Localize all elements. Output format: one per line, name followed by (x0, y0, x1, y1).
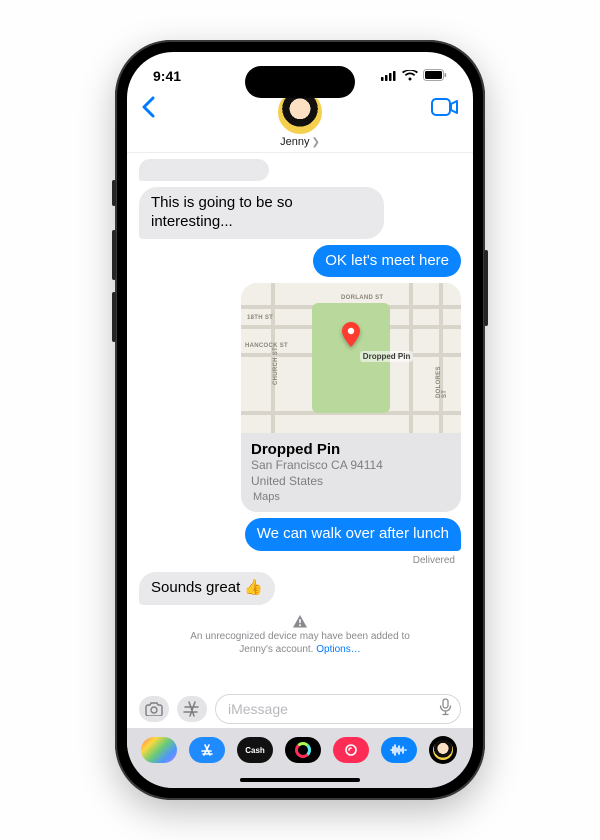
message-row: This is going to be so interesting... (139, 187, 461, 239)
dictation-icon[interactable] (439, 698, 452, 721)
message-input[interactable]: iMessage (215, 694, 461, 724)
screen: 9:41 Jenny ❯ (127, 52, 473, 788)
volume-down-button (112, 292, 116, 342)
location-address-2: United States (251, 474, 451, 490)
app-chip-music[interactable] (333, 737, 369, 763)
map-street-label: DORLAND ST (341, 295, 383, 301)
back-button[interactable] (141, 90, 169, 125)
map-pin-icon (341, 322, 361, 352)
app-strip: Cash (127, 728, 473, 772)
message-bubble-sent[interactable]: We can walk over after lunch (245, 518, 461, 551)
status-time: 9:41 (153, 68, 181, 84)
home-indicator-area (127, 772, 473, 788)
input-placeholder: iMessage (228, 701, 288, 717)
location-address-1: San Francisco CA 94114 (251, 458, 451, 474)
message-row: Sounds great 👍 (139, 572, 461, 605)
map-preview: DORLAND ST 18TH ST HANCOCK ST CHURCH ST … (241, 283, 461, 433)
warning-options-link[interactable]: Options… (316, 644, 360, 655)
app-chip-appstore[interactable] (189, 737, 225, 763)
app-chip-audio[interactable] (381, 737, 417, 763)
message-bubble-received[interactable]: Sounds great 👍 (139, 572, 275, 605)
app-drawer-button[interactable] (177, 696, 207, 722)
chevron-right-icon: ❯ (311, 137, 319, 148)
message-bubble-partial (139, 159, 269, 181)
message-bubble-sent[interactable]: OK let's meet here (313, 245, 461, 278)
battery-icon (423, 68, 447, 84)
camera-button[interactable] (139, 696, 169, 722)
conversation[interactable]: This is going to be so interesting... OK… (127, 153, 473, 688)
security-warning: An unrecognized device may have been add… (139, 615, 461, 656)
app-chip-memoji[interactable] (429, 736, 457, 764)
delivered-label: Delivered (139, 555, 461, 566)
compose-bar: iMessage (127, 688, 473, 728)
app-chip-fitness[interactable] (285, 737, 321, 763)
dynamic-island (245, 66, 355, 98)
warning-icon (293, 615, 307, 628)
app-chip-apple-cash[interactable]: Cash (237, 737, 273, 763)
map-street-label: DOLORES ST (436, 360, 448, 398)
message-bubble-received[interactable]: This is going to be so interesting... (139, 187, 384, 239)
message-row: DORLAND ST 18TH ST HANCOCK ST CHURCH ST … (139, 283, 461, 512)
map-street-label: CHURCH ST (273, 347, 279, 385)
home-indicator[interactable] (240, 778, 360, 782)
mute-switch (112, 180, 116, 206)
message-row: OK let's meet here (139, 245, 461, 278)
location-title: Dropped Pin (251, 441, 451, 458)
phone-frame: 9:41 Jenny ❯ (115, 40, 485, 800)
map-pin-label: Dropped Pin (360, 351, 414, 362)
location-source: Maps (251, 491, 451, 503)
map-street-label: 18TH ST (247, 315, 273, 321)
location-card[interactable]: DORLAND ST 18TH ST HANCOCK ST CHURCH ST … (241, 283, 461, 512)
volume-up-button (112, 230, 116, 280)
warning-text: An unrecognized device may have been add… (190, 631, 410, 655)
power-button (484, 250, 488, 326)
wifi-icon (402, 68, 418, 84)
map-street-label: HANCOCK ST (245, 343, 288, 349)
facetime-button[interactable] (431, 90, 459, 121)
contact-name: Jenny (280, 136, 309, 148)
cellular-icon (381, 68, 397, 84)
message-row: We can walk over after lunch (139, 518, 461, 551)
contact-header[interactable]: Jenny ❯ (278, 90, 322, 148)
app-chip-photos[interactable] (141, 737, 177, 763)
